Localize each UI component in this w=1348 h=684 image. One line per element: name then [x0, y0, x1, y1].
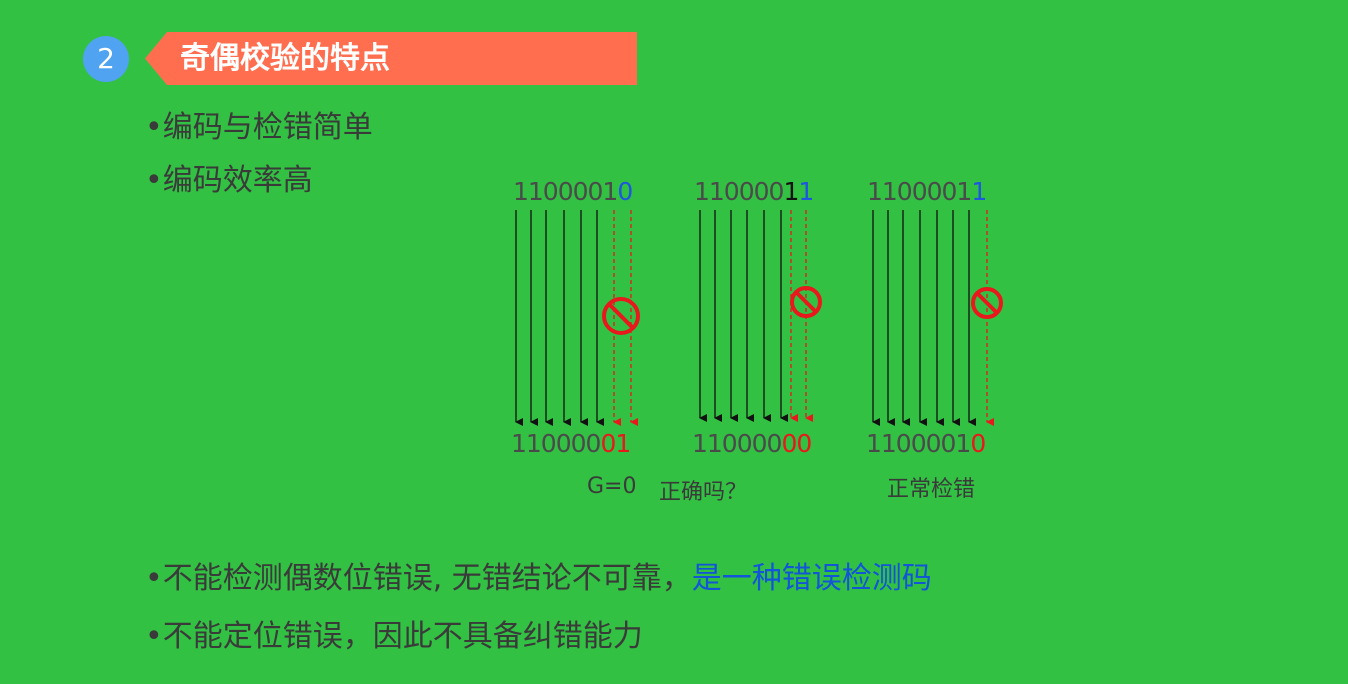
bullet-no-correction: •不能定位错误，因此不具备纠错能力 — [145, 619, 643, 654]
blocked-icon-slash-1 — [608, 303, 634, 329]
error-detection-code-highlight: 是一种错误检测码 — [691, 561, 932, 596]
bullet-even-errors: •不能检测偶数位错误, 无错结论不可靠，是一种错误检测码 — [145, 561, 932, 596]
